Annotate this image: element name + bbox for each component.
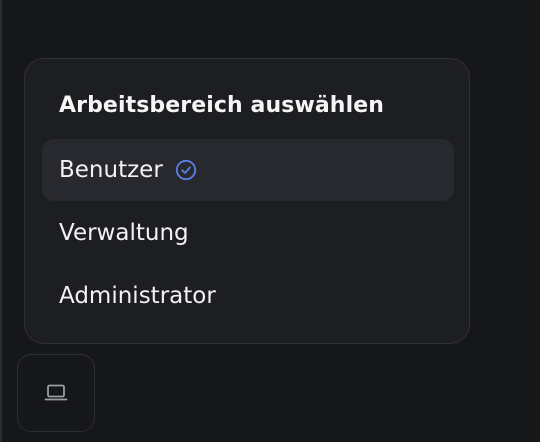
workspace-dropdown: Arbeitsbereich auswählen Benutzer Verwal… <box>24 58 470 344</box>
workspace-switcher-button[interactable] <box>17 354 95 432</box>
menu-item-label: Verwaltung <box>59 220 189 246</box>
laptop-icon <box>43 382 69 404</box>
check-circle-icon <box>175 159 197 181</box>
menu-item-benutzer[interactable]: Benutzer <box>42 139 454 201</box>
window-edge <box>0 0 2 442</box>
menu-item-label: Benutzer <box>59 157 163 183</box>
menu-item-administrator[interactable]: Administrator <box>42 265 454 327</box>
dropdown-title: Arbeitsbereich auswählen <box>59 93 384 118</box>
menu-item-verwaltung[interactable]: Verwaltung <box>42 202 454 264</box>
menu-item-label: Administrator <box>59 283 216 309</box>
